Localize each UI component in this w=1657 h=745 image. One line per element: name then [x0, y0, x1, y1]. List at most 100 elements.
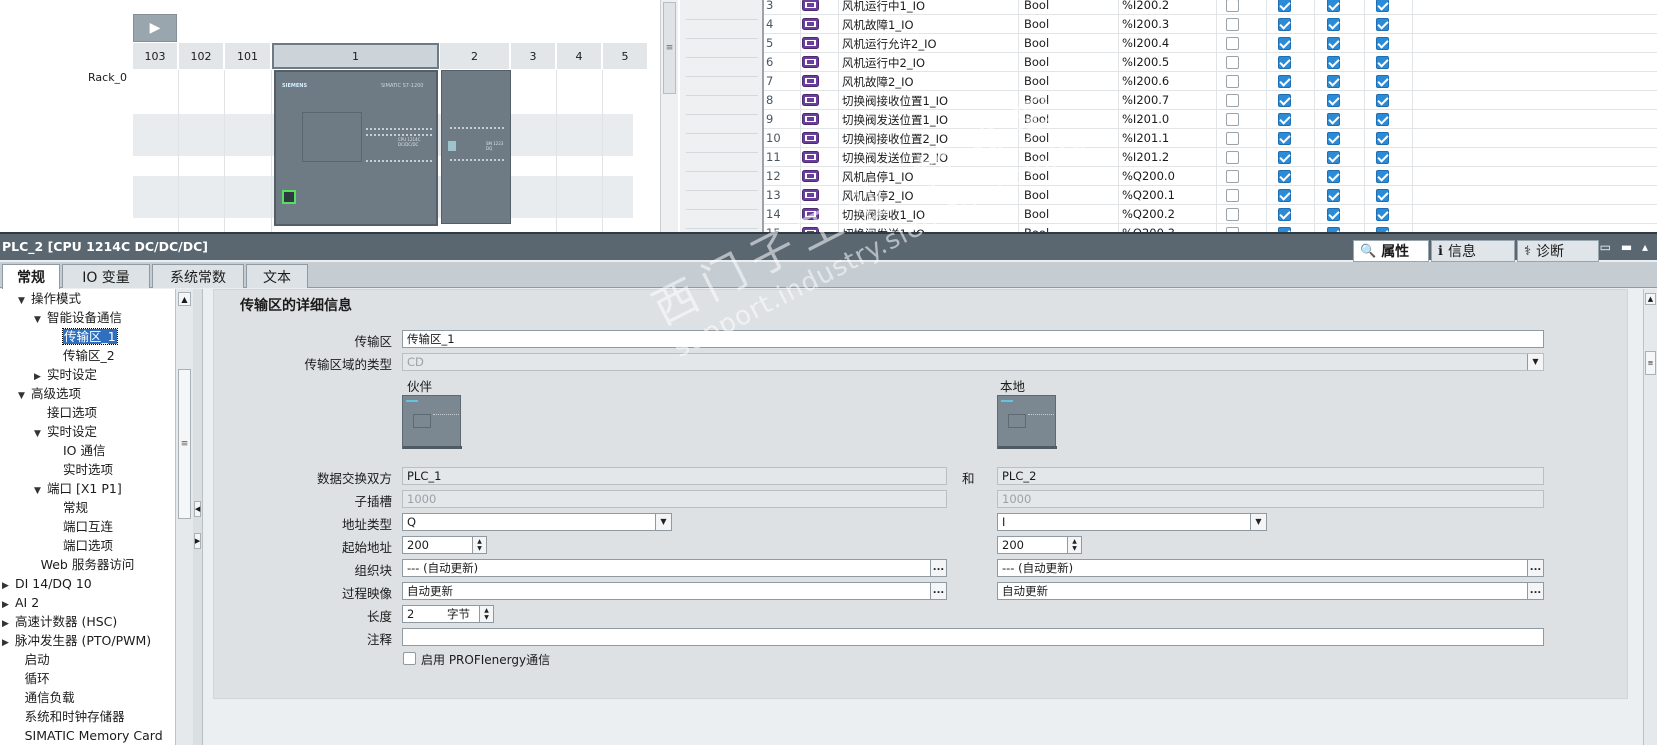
tab-properties[interactable]: 🔍 属性: [1353, 240, 1429, 262]
scroll-up-icon[interactable]: ▲: [178, 292, 191, 306]
nav-item[interactable]: 传输区_2: [50, 346, 115, 365]
checkbox-checked[interactable]: [1376, 0, 1389, 12]
tag-address[interactable]: %Q200.1: [1122, 188, 1212, 202]
checkbox-checked[interactable]: [1327, 189, 1340, 202]
tag-type[interactable]: Bool: [1024, 93, 1114, 107]
collapse-left-icon[interactable]: ◀: [194, 501, 201, 517]
tag-name[interactable]: 风机启停2_IO: [842, 188, 1017, 204]
tag-address[interactable]: %I200.5: [1122, 55, 1212, 69]
table-row[interactable]: 6 风机运行中2_IO Bool %I200.5: [764, 53, 1657, 72]
tag-name[interactable]: 风机运行允许2_IO: [842, 36, 1017, 52]
profienergy-checkbox[interactable]: [403, 652, 416, 665]
tag-address[interactable]: %I200.2: [1122, 0, 1212, 12]
checkbox-checked[interactable]: [1278, 0, 1291, 12]
nav-item[interactable]: 端口互连: [50, 517, 113, 536]
table-row[interactable]: 11 切换阀发送位置2_IO Bool %I201.2: [764, 148, 1657, 167]
slot-header[interactable]: 3: [511, 43, 556, 69]
tag-name[interactable]: 风机故障1_IO: [842, 17, 1017, 33]
checkbox-unchecked[interactable]: [1226, 151, 1239, 164]
nav-item[interactable]: 系统和时钟存储器: [12, 707, 125, 726]
checkbox-checked[interactable]: [1376, 56, 1389, 69]
tag-address[interactable]: %I201.2: [1122, 150, 1212, 164]
tab-general[interactable]: 常规: [2, 264, 60, 289]
checkbox-unchecked[interactable]: [1226, 94, 1239, 107]
checkbox-unchecked[interactable]: [1226, 37, 1239, 50]
tag-name[interactable]: 切换阀接收1_IO: [842, 207, 1017, 223]
nav-item[interactable]: ▼ 操作模式: [18, 289, 81, 308]
tab-diagnostics[interactable]: ⚕ 诊断: [1517, 240, 1599, 262]
tab-system-constants[interactable]: 系统常数: [152, 264, 244, 288]
browse-icon[interactable]: ...: [930, 583, 946, 599]
nav-item[interactable]: 端口选项: [50, 536, 113, 555]
checkbox-checked[interactable]: [1327, 56, 1340, 69]
slot-header[interactable]: 2: [440, 43, 510, 69]
tag-type[interactable]: Bool: [1024, 36, 1114, 50]
slot-header[interactable]: 5: [603, 43, 648, 69]
local-process-image-input[interactable]: 自动更新 ...: [997, 582, 1544, 600]
tag-address[interactable]: %Q200.2: [1122, 207, 1212, 221]
local-org-block-input[interactable]: --- (自动更新) ...: [997, 559, 1544, 577]
tag-type[interactable]: Bool: [1024, 150, 1114, 164]
table-row[interactable]: 9 切换阀发送位置1_IO Bool %I201.0: [764, 110, 1657, 129]
transfer-area-input[interactable]: 传输区_1: [402, 330, 1544, 348]
nav-item[interactable]: SIMATIC Memory Card: [12, 726, 163, 745]
tag-type[interactable]: Bool: [1024, 188, 1114, 202]
tag-address[interactable]: %Q200.0: [1122, 169, 1212, 183]
tag-name[interactable]: 切换阀接收位置2_IO: [842, 131, 1017, 147]
tag-address[interactable]: %I201.1: [1122, 131, 1212, 145]
device-view[interactable]: ▶ 103 102 101 1 2 3 4 5 Rack_0 SIEMENS S…: [0, 0, 660, 232]
tag-type[interactable]: Bool: [1024, 112, 1114, 126]
nav-item[interactable]: 接口选项: [34, 403, 97, 422]
checkbox-checked[interactable]: [1278, 18, 1291, 31]
nav-item[interactable]: ▶ 实时设定: [34, 365, 97, 384]
scrollbar-thumb[interactable]: ≡: [178, 369, 191, 519]
profinet-port-icon[interactable]: [282, 190, 296, 204]
checkbox-checked[interactable]: [1327, 132, 1340, 145]
checkbox-checked[interactable]: [1376, 189, 1389, 202]
chevron-down-icon[interactable]: ▼: [1250, 514, 1266, 530]
nav-item[interactable]: Web 服务器访问: [28, 555, 135, 574]
nav-item[interactable]: IO 通信: [50, 441, 106, 460]
checkbox-checked[interactable]: [1327, 151, 1340, 164]
tag-type[interactable]: Bool: [1024, 74, 1114, 88]
tag-name[interactable]: 风机运行中1_IO: [842, 0, 1017, 14]
nav-item[interactable]: ▶ DI 14/DQ 10: [2, 574, 92, 593]
checkbox-checked[interactable]: [1376, 113, 1389, 126]
device-view-scrollbar[interactable]: ≡: [660, 0, 678, 232]
scrollbar-thumb[interactable]: ≡: [663, 2, 676, 94]
checkbox-checked[interactable]: [1327, 113, 1340, 126]
tag-address[interactable]: %I200.7: [1122, 93, 1212, 107]
nav-item[interactable]: 循环: [12, 669, 50, 688]
expanded-arrow-icon[interactable]: ▼: [34, 482, 47, 501]
nav-item[interactable]: 常规: [50, 498, 88, 517]
nav-item[interactable]: ▼ 实时设定: [34, 422, 97, 441]
nav-item-selected[interactable]: 传输区_1: [50, 327, 118, 346]
slot-header[interactable]: 4: [557, 43, 602, 69]
nav-item[interactable]: ▶ 高速计数器 (HSC): [2, 612, 117, 631]
spinner-icon[interactable]: ▲ ▼: [479, 606, 493, 622]
cpu-module[interactable]: SIEMENS SIMATIC S7-1200 CPU 1214C DC/DC/…: [274, 70, 438, 226]
checkbox-unchecked[interactable]: [1226, 208, 1239, 221]
tag-type[interactable]: Bool: [1024, 169, 1114, 183]
signal-module[interactable]: SM 1223 DQ: [441, 70, 511, 224]
checkbox-unchecked[interactable]: [1226, 132, 1239, 145]
scroll-up-icon[interactable]: ▲: [1645, 293, 1656, 305]
checkbox-checked[interactable]: [1278, 151, 1291, 164]
checkbox-checked[interactable]: [1376, 132, 1389, 145]
table-row[interactable]: 5 风机运行允许2_IO Bool %I200.4: [764, 34, 1657, 53]
checkbox-checked[interactable]: [1327, 0, 1340, 12]
table-row[interactable]: 15 切换阀发送1_IO Bool %Q200.3: [764, 224, 1657, 232]
slot-header[interactable]: 102: [179, 43, 224, 69]
tag-type[interactable]: Bool: [1024, 0, 1114, 12]
table-row[interactable]: 12 风机启停1_IO Bool %Q200.0: [764, 167, 1657, 186]
tag-address[interactable]: %I200.3: [1122, 17, 1212, 31]
nav-item[interactable]: ▶ AI 2: [2, 593, 39, 612]
checkbox-checked[interactable]: [1376, 75, 1389, 88]
spinner-icon[interactable]: ▲ ▼: [1067, 537, 1081, 553]
nav-item[interactable]: ▼ 高级选项: [18, 384, 81, 403]
table-row[interactable]: 13 风机启停2_IO Bool %Q200.1: [764, 186, 1657, 205]
checkbox-checked[interactable]: [1376, 94, 1389, 107]
checkbox-unchecked[interactable]: [1226, 18, 1239, 31]
checkbox-unchecked[interactable]: [1226, 56, 1239, 69]
checkbox-unchecked[interactable]: [1226, 113, 1239, 126]
